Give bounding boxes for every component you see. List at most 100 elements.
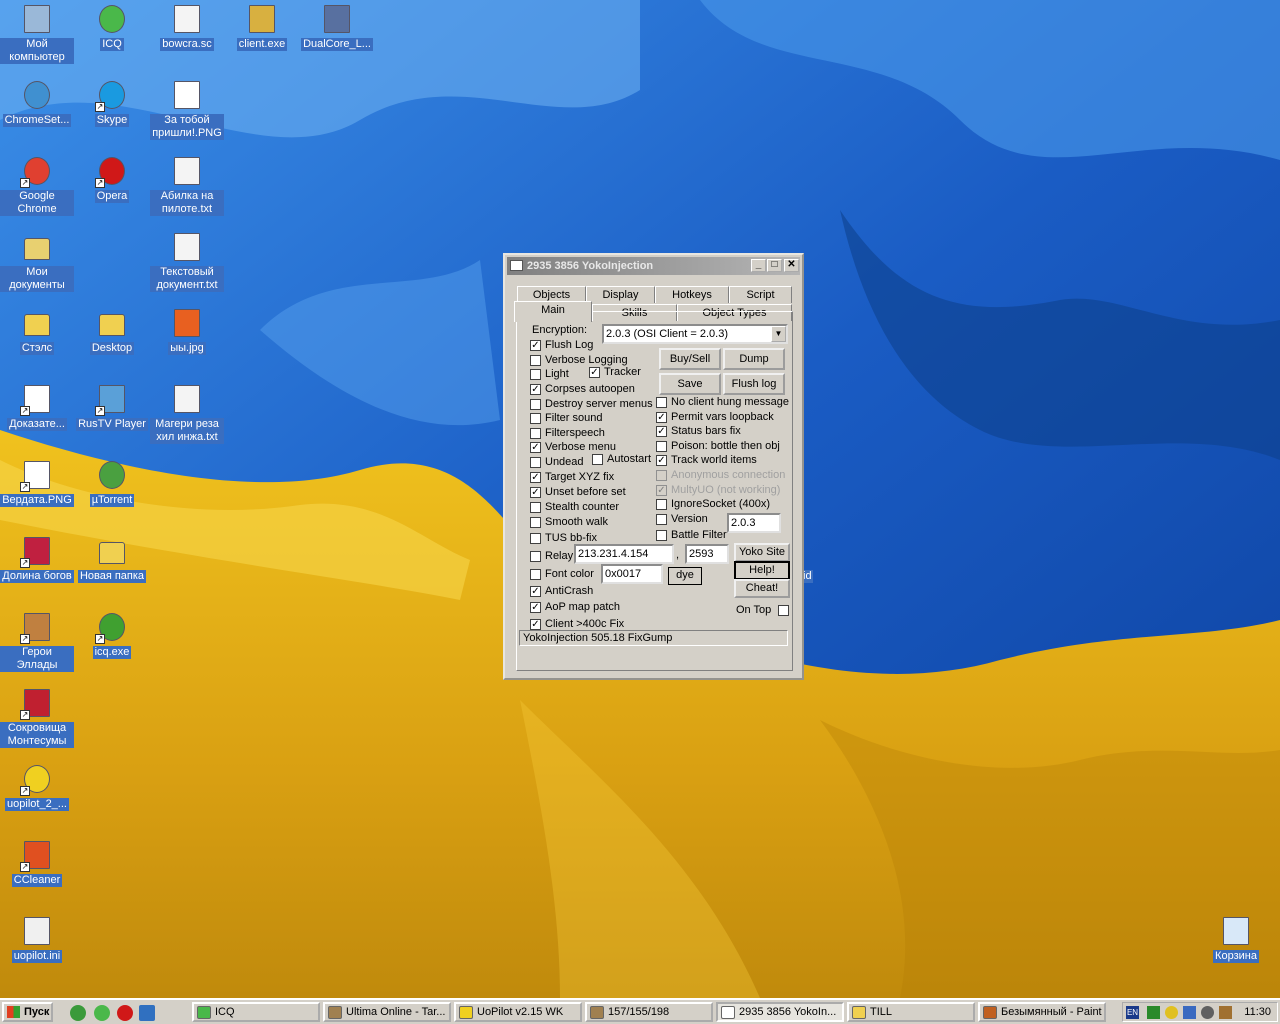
desktop-icon-game-montezuma[interactable]: ↗ Сокровища Монтесумы — [0, 686, 74, 748]
target-xyz-fix-checkbox[interactable]: ✓ — [530, 472, 541, 483]
maximize-button[interactable]: □ — [767, 259, 782, 272]
undead-checkbox[interactable] — [530, 457, 541, 468]
anonymous-connection-checkbox[interactable] — [656, 470, 667, 481]
volume-tray-icon[interactable] — [1201, 1006, 1214, 1019]
close-button[interactable]: ✕ — [784, 259, 799, 272]
desktop-icon-folder-stels[interactable]: Стэлс — [0, 306, 74, 355]
tus-bb-fix-checkbox[interactable] — [530, 533, 541, 544]
tab-script[interactable]: Script — [729, 286, 792, 303]
version-field[interactable]: 2.0.3 — [727, 513, 781, 533]
destroy-server-menus-checkbox[interactable] — [530, 399, 541, 410]
version-checkbox[interactable] — [656, 514, 667, 525]
desktop-icon-game-valley[interactable]: ↗ Долина богов — [0, 534, 74, 583]
autostart-checkbox[interactable] — [592, 454, 603, 465]
filterspeech-checkbox[interactable] — [530, 428, 541, 439]
permit-vars-loopback-checkbox[interactable]: ✓ — [656, 412, 667, 423]
desktop-icon-folder-desktop[interactable]: Desktop — [75, 306, 149, 355]
tab-hotkeys[interactable]: Hotkeys — [655, 286, 729, 303]
relay-port-field[interactable]: 2593 — [685, 544, 729, 564]
taskbar-button-icq[interactable]: ICQ — [192, 1002, 320, 1022]
anticrash-checkbox[interactable]: ✓ — [530, 586, 541, 597]
desktop-icon-skype[interactable]: ↗ Skype — [75, 78, 149, 127]
light-checkbox[interactable] — [530, 369, 541, 380]
corpses-autoopen-checkbox[interactable]: ✓ — [530, 384, 541, 395]
desktop-icon-client-exe[interactable]: client.exe — [225, 2, 299, 51]
relay-ip-field[interactable]: 213.231.4.154 — [574, 544, 674, 564]
help-button[interactable]: Help! — [734, 561, 790, 580]
taskbar-button-uopilot[interactable]: UoPilot v2.15 WK — [454, 1002, 582, 1022]
desktop-icon-my-computer[interactable]: Мой компьютер — [0, 2, 74, 64]
desktop-icon-bowcra-sc[interactable]: bowcra.sc — [150, 2, 224, 51]
language-indicator[interactable]: EN — [1126, 1006, 1139, 1019]
no-client-hung-message-checkbox[interactable] — [656, 397, 667, 408]
cheat-button[interactable]: Cheat! — [734, 579, 790, 598]
save-button[interactable]: Save — [659, 373, 721, 395]
relay-checkbox[interactable] — [530, 551, 541, 562]
encryption-select[interactable]: 2.0.3 (OSI Client = 2.0.3) ▼ — [602, 324, 788, 344]
battle-filter-checkbox[interactable] — [656, 530, 667, 541]
taskbar-button-status-157[interactable]: 157/155/198 — [585, 1002, 713, 1022]
desktop-icon-dualcore[interactable]: DualCore_L... — [300, 2, 374, 51]
desktop-icon-png-doc[interactable]: ↗ Доказате... — [0, 382, 74, 431]
desktop-icon-uopilot[interactable]: ↗ uopilot_2_... — [0, 762, 74, 811]
client-400c-fix-checkbox[interactable]: ✓ — [530, 619, 541, 630]
on-top-checkbox[interactable] — [778, 605, 789, 616]
desktop-icon-jpg-file[interactable]: ыы.jpg — [150, 306, 224, 355]
taskbar-button-ultima-online[interactable]: Ultima Online - Tar... — [323, 1002, 451, 1022]
tools-tray-icon[interactable] — [1219, 1006, 1232, 1019]
desktop-icon-text-file-mageri[interactable]: Магери реза хил инжа.txt — [150, 382, 224, 444]
desktop-icon-text-document[interactable]: Текстовый документ.txt — [150, 230, 224, 292]
desktop-icon-google-chrome[interactable]: ↗ Google Chrome — [0, 154, 74, 216]
filter-sound-checkbox[interactable] — [530, 413, 541, 424]
ignoresocket-checkbox[interactable] — [656, 499, 667, 510]
desktop-icon-icq-exe[interactable]: ↗ icq.exe — [75, 610, 149, 659]
font-color-field[interactable]: 0x0017 — [601, 564, 663, 584]
tracker-checkbox[interactable]: ✓ — [589, 367, 600, 378]
font-color-checkbox[interactable] — [530, 569, 541, 580]
poison-bottle-checkbox[interactable] — [656, 441, 667, 452]
security-tray-icon[interactable] — [1165, 1006, 1178, 1019]
desktop-icon-icq[interactable]: ICQ — [75, 2, 149, 51]
smooth-walk-checkbox[interactable] — [530, 517, 541, 528]
minimize-button[interactable]: _ — [751, 259, 766, 272]
window-titlebar[interactable]: 2935 3856 YokoInjection _ □ ✕ — [507, 257, 800, 275]
utorrent-quicklaunch-icon[interactable] — [70, 1005, 86, 1021]
status-bars-fix-checkbox[interactable]: ✓ — [656, 426, 667, 437]
desktop-icon-opera[interactable]: ↗ Opera — [75, 154, 149, 203]
desktop-icon-folder-new[interactable]: Новая папка — [75, 534, 149, 583]
desktop-icon-text-file[interactable]: Абилка на пилоте.txt — [150, 154, 224, 216]
network-tray-icon[interactable] — [1147, 1006, 1160, 1019]
verbose-menu-checkbox[interactable]: ✓ — [530, 442, 541, 453]
multyuo-checkbox[interactable]: ✓ — [656, 485, 667, 496]
desktop-icon-png-file[interactable]: За тобой пришли!.PNG — [150, 78, 224, 140]
desktop-icon-png-verdata[interactable]: ↗ Вердата.PNG — [0, 458, 74, 507]
yoko-site-button[interactable]: Yoko Site — [734, 543, 790, 562]
dye-button[interactable]: dye — [668, 567, 702, 585]
track-world-items-checkbox[interactable]: ✓ — [656, 455, 667, 466]
verbose-logging-checkbox[interactable] — [530, 355, 541, 366]
stealth-counter-checkbox[interactable] — [530, 502, 541, 513]
buysell-button[interactable]: Buy/Sell — [659, 348, 721, 370]
tab-main[interactable]: Main — [514, 301, 592, 322]
desktop-icon-uopilot-ini[interactable]: uopilot.ini — [0, 914, 74, 963]
flush-log-button[interactable]: Flush log — [723, 373, 785, 395]
icq-quicklaunch-icon[interactable] — [94, 1005, 110, 1021]
tab-display[interactable]: Display — [586, 286, 655, 303]
start-button[interactable]: Пуск — [2, 1002, 53, 1022]
desktop-icon-recycle-bin[interactable]: Корзина — [1199, 914, 1273, 963]
display-tray-icon[interactable] — [1183, 1006, 1196, 1019]
show-desktop-quicklaunch-icon[interactable] — [139, 1005, 155, 1021]
unset-before-set-checkbox[interactable]: ✓ — [530, 487, 541, 498]
desktop-icon-game-heroes[interactable]: ↗ Герои Эллады — [0, 610, 74, 672]
taskbar-button-till[interactable]: TILL — [847, 1002, 975, 1022]
chevron-down-icon[interactable]: ▼ — [771, 326, 786, 342]
flush-log-checkbox[interactable]: ✓ — [530, 340, 541, 351]
taskbar-button-paint[interactable]: Безымянный - Paint — [978, 1002, 1106, 1022]
aop-map-patch-checkbox[interactable]: ✓ — [530, 602, 541, 613]
desktop-icon-chromesetup[interactable]: ChromeSet... — [0, 78, 74, 127]
desktop-icon-my-documents[interactable]: Мои документы — [0, 230, 74, 292]
opera-quicklaunch-icon[interactable] — [117, 1005, 133, 1021]
taskbar-button-yokoinjection[interactable]: 2935 3856 YokoIn... — [716, 1002, 844, 1022]
desktop-icon-ccleaner[interactable]: ↗ CCleaner — [0, 838, 74, 887]
desktop-icon-rustv-player[interactable]: ↗ RusTV Player — [75, 382, 149, 431]
